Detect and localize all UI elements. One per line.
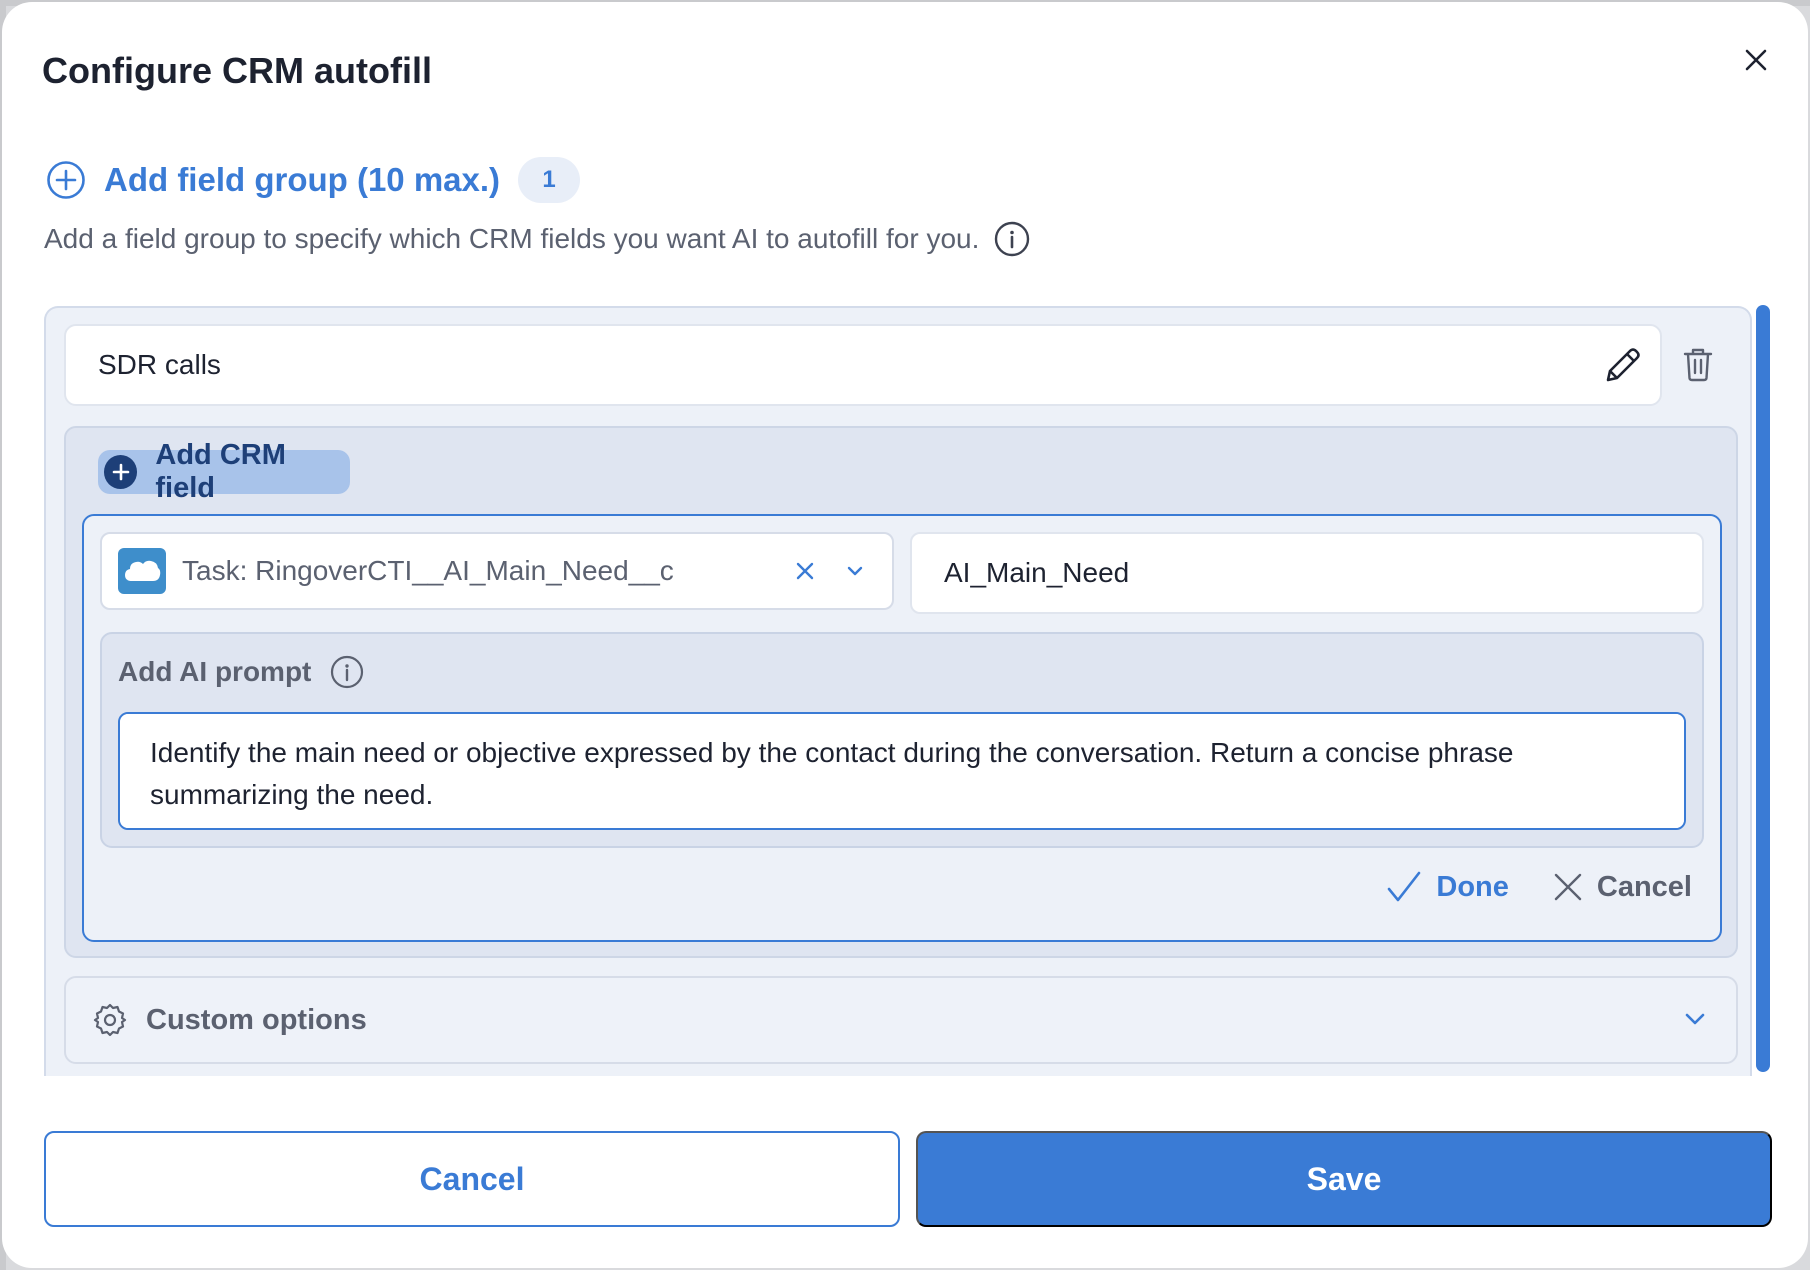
configure-crm-autofill-modal: Configure CRM autofill Add field group (… <box>2 2 1808 1268</box>
salesforce-logo-icon <box>118 548 166 594</box>
close-button[interactable] <box>1738 42 1774 78</box>
add-field-group-button[interactable]: Add field group (10 max.) <box>46 160 500 200</box>
trash-icon <box>1683 348 1713 382</box>
custom-options-toggle[interactable]: Custom options <box>64 976 1738 1064</box>
cancel-edit-button[interactable]: Cancel <box>1553 871 1692 904</box>
chevron-down-icon <box>1682 1006 1708 1037</box>
clear-icon <box>796 562 814 580</box>
crm-field-dropdown-toggle[interactable] <box>840 556 870 586</box>
modal-title: Configure CRM autofill <box>42 50 432 91</box>
add-crm-field-label: Add CRM field <box>155 439 286 504</box>
clear-selection-button[interactable] <box>790 556 820 586</box>
ai-prompt-title: Add AI prompt <box>118 656 312 687</box>
done-label: Done <box>1436 870 1509 903</box>
description-info-button[interactable] <box>993 220 1031 258</box>
crm-field-select[interactable]: Task: RingoverCTI__AI_Main_Need__c <box>100 532 894 610</box>
gear-icon <box>92 1002 128 1038</box>
close-icon <box>1745 49 1767 71</box>
field-group-count-badge: 1 <box>518 157 581 203</box>
field-editor-actions: Done Cancel <box>1386 870 1692 904</box>
crm-field-selected-value: Task: RingoverCTI__AI_Main_Need__c <box>182 555 674 586</box>
delete-group-button[interactable] <box>1678 344 1718 384</box>
ai-prompt-textarea[interactable]: Identify the main need or objective expr… <box>118 712 1686 830</box>
group-panel-scrollbar[interactable] <box>1756 305 1770 1072</box>
field-group-description: Add a field group to specify which CRM f… <box>44 220 1031 258</box>
ai-prompt-section: Add AI prompt Identify the main need or … <box>100 632 1704 848</box>
ai-prompt-header: Add AI prompt <box>118 654 365 690</box>
info-icon <box>995 221 1030 257</box>
group-name-text: SDR calls <box>98 349 221 380</box>
save-button[interactable]: Save <box>916 1131 1772 1227</box>
add-field-group-label: Add field group (10 max.) <box>104 161 501 198</box>
add-field-group-row: Add field group (10 max.) 1 <box>46 157 581 203</box>
add-crm-field-button[interactable]: Add CRM field <box>98 439 350 504</box>
crm-fields-section: Add CRM field Task: RingoverCTI__AI_Main… <box>64 426 1738 958</box>
close-icon <box>1554 873 1582 901</box>
ai-prompt-info-button[interactable] <box>329 654 365 690</box>
custom-options-label: Custom options <box>146 1003 367 1036</box>
plus-circle-icon <box>47 161 85 199</box>
pencil-icon <box>1606 348 1640 382</box>
edit-group-name-button[interactable] <box>1600 344 1644 388</box>
checkmark-icon <box>1388 871 1421 902</box>
info-icon <box>331 655 364 689</box>
field-group-panel: SDR calls Add CRM field Task: RingoverCT… <box>44 306 1752 1076</box>
footer-cancel-button[interactable]: Cancel <box>44 1131 900 1227</box>
group-name-field: SDR calls <box>64 324 1662 406</box>
crm-field-editor: Task: RingoverCTI__AI_Main_Need__c AI_Ma… <box>82 514 1722 942</box>
description-text: Add a field group to specify which CRM f… <box>44 223 980 254</box>
plus-filled-icon <box>104 455 138 489</box>
field-label-input[interactable] <box>910 532 1704 614</box>
chevron-down-icon <box>847 566 863 576</box>
cancel-edit-label: Cancel <box>1596 870 1692 903</box>
done-button[interactable]: Done <box>1386 870 1509 904</box>
